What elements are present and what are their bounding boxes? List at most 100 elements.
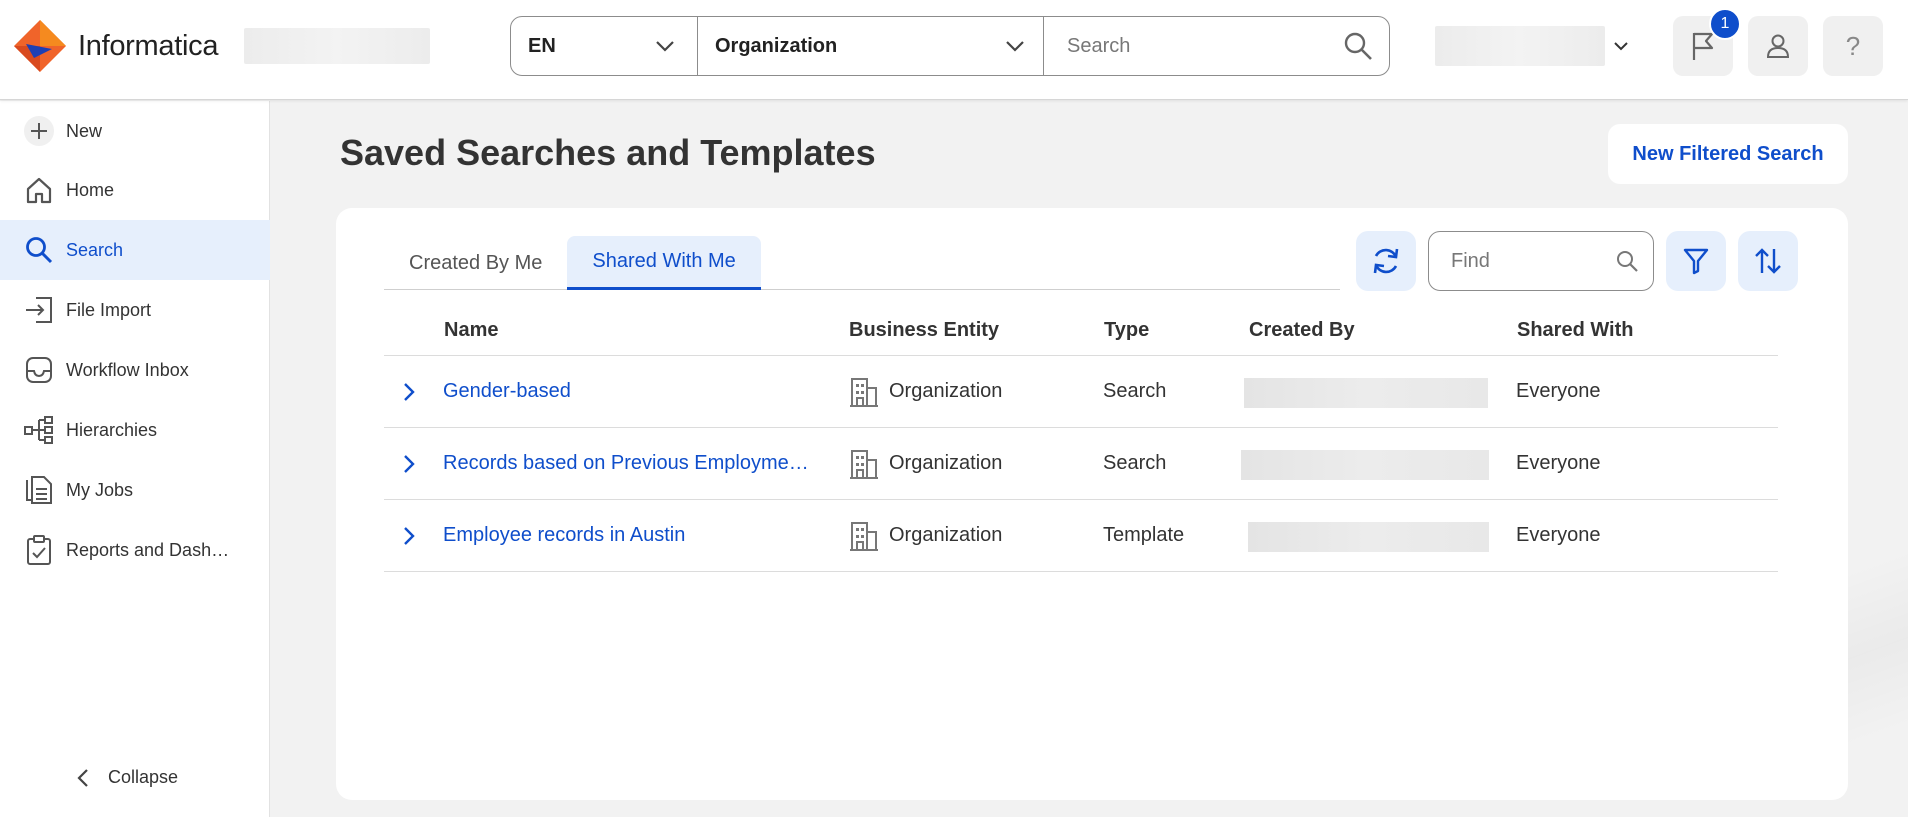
expand-row-button[interactable] (402, 356, 416, 427)
sidebar: New Home Search File Import Workflow Inb… (0, 101, 270, 817)
sidebar-item-search[interactable]: Search (0, 220, 270, 280)
sidebar-item-label: Home (66, 179, 115, 200)
saved-searches-table: Name Business Entity Type Created By Sha… (384, 306, 1778, 572)
informatica-logo[interactable]: Informatica (12, 18, 218, 74)
search-icon[interactable] (1343, 31, 1373, 61)
tab-shared-with-me[interactable]: Shared With Me (567, 236, 761, 290)
plus-icon (24, 116, 54, 146)
type-cell: Search (1103, 452, 1167, 474)
chevron-right-icon (404, 526, 415, 545)
scope-value: Organization (715, 34, 838, 57)
filter-button[interactable] (1666, 231, 1726, 291)
file-import-icon (24, 295, 54, 325)
search-placeholder: Search (1067, 34, 1131, 57)
sidebar-item-my-jobs[interactable]: My Jobs (0, 460, 270, 520)
saved-search-name-link[interactable]: Records based on Previous Employme… (443, 428, 809, 499)
global-search-input[interactable]: Search (1044, 17, 1389, 75)
tab-created-by-me[interactable]: Created By Me (384, 236, 567, 290)
type-cell: Search (1103, 380, 1167, 402)
org-name-redacted (244, 28, 430, 64)
notifications-button[interactable]: 1 (1673, 8, 1741, 76)
find-input[interactable]: Find (1428, 231, 1654, 291)
new-button[interactable]: New (0, 101, 270, 161)
business-entity-cell: Organization (849, 500, 1002, 571)
new-label: New (66, 120, 103, 141)
saved-search-name-link[interactable]: Gender-based (443, 356, 571, 427)
user-name-redacted (1435, 26, 1605, 66)
building-icon (850, 449, 878, 479)
sidebar-item-label: My Jobs (66, 479, 134, 500)
table-row: Records based on Previous Employme… Orga… (384, 428, 1778, 500)
top-header: Informatica EN Organization Search 1 ? (0, 0, 1908, 100)
sidebar-item-label: File Import (66, 299, 152, 320)
language-select[interactable]: EN (511, 17, 698, 75)
shared-with-cell: Everyone (1516, 452, 1601, 474)
chevron-down-icon (656, 41, 674, 52)
flag-icon (1692, 32, 1714, 60)
user-icon (1766, 34, 1790, 58)
column-header-name[interactable]: Name (444, 306, 498, 355)
shared-with-cell: Everyone (1516, 524, 1601, 546)
building-icon (850, 521, 878, 551)
user-menu[interactable] (1435, 26, 1629, 66)
new-filtered-search-button[interactable]: New Filtered Search (1608, 124, 1848, 184)
column-header-type[interactable]: Type (1104, 306, 1149, 355)
chevron-left-icon (77, 768, 88, 787)
collapse-label: Collapse (108, 767, 179, 787)
sort-icon (1755, 248, 1781, 274)
sort-button[interactable] (1738, 231, 1798, 291)
business-entity-cell: Organization (849, 428, 1002, 499)
expand-row-button[interactable] (402, 500, 416, 571)
user-profile-button[interactable] (1748, 16, 1808, 76)
refresh-button[interactable] (1356, 231, 1416, 291)
global-search-group: EN Organization Search (510, 16, 1390, 76)
created-by-redacted (1241, 450, 1489, 480)
shared-with-cell: Everyone (1516, 380, 1601, 402)
created-by-redacted (1248, 522, 1489, 552)
search-icon (24, 235, 54, 265)
sidebar-item-file-import[interactable]: File Import (0, 280, 270, 340)
help-icon: ? (1845, 30, 1861, 61)
sidebar-item-hierarchies[interactable]: Hierarchies (0, 400, 270, 460)
sidebar-item-home[interactable]: Home (0, 160, 270, 220)
logo-text: Informatica (78, 29, 219, 62)
sidebar-item-reports[interactable]: Reports and Dash… (0, 520, 270, 580)
sidebar-item-label: Workflow Inbox (66, 359, 189, 380)
expand-row-button[interactable] (402, 428, 416, 499)
hierarchy-icon (24, 415, 54, 445)
sidebar-item-label: Hierarchies (66, 419, 158, 440)
business-entity-value: Organization (889, 524, 1003, 546)
column-header-created-by[interactable]: Created By (1249, 306, 1355, 355)
business-entity-value: Organization (889, 452, 1003, 474)
sidebar-item-label: Reports and Dash… (66, 539, 230, 560)
column-header-business-entity[interactable]: Business Entity (849, 306, 999, 355)
informatica-diamond-icon (14, 20, 66, 72)
business-entity-value: Organization (889, 380, 1003, 402)
find-placeholder: Find (1451, 249, 1490, 272)
table-header: Name Business Entity Type Created By Sha… (384, 306, 1778, 356)
help-button[interactable]: ? (1823, 16, 1883, 76)
column-header-shared-with[interactable]: Shared With (1517, 306, 1634, 355)
jobs-icon (24, 475, 54, 505)
table-row: Gender-based Organization Search Everyon… (384, 356, 1778, 428)
notification-badge: 1 (1709, 8, 1741, 40)
tab-bar: Created By Me Shared With Me (384, 236, 1340, 290)
chevron-down-icon (1006, 41, 1024, 52)
chevron-right-icon (404, 382, 415, 401)
sidebar-item-label: Search (66, 239, 124, 260)
chevron-down-icon (1614, 42, 1628, 51)
page-title: Saved Searches and Templates (340, 132, 876, 173)
scope-select[interactable]: Organization (698, 17, 1044, 75)
table-row: Employee records in Austin Organization … (384, 500, 1778, 572)
home-icon (24, 175, 54, 205)
filter-icon (1683, 248, 1709, 275)
inbox-icon (24, 355, 54, 385)
chevron-right-icon (404, 454, 415, 473)
business-entity-cell: Organization (849, 356, 1002, 427)
sidebar-item-workflow-inbox[interactable]: Workflow Inbox (0, 340, 270, 400)
saved-search-name-link[interactable]: Employee records in Austin (443, 500, 685, 571)
building-icon (850, 377, 878, 407)
created-by-redacted (1244, 378, 1488, 408)
collapse-button[interactable]: Collapse (76, 767, 178, 788)
reports-icon (24, 535, 54, 565)
